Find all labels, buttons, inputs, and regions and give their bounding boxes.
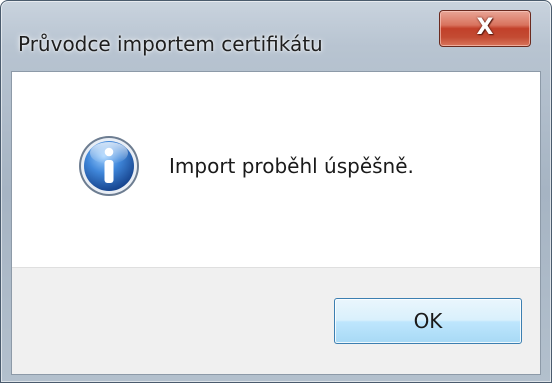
info-icon xyxy=(79,136,139,196)
dialog-client-area: Import proběhl úspěšně. OK xyxy=(11,71,541,375)
dialog-window: Průvodce importem certifikátu X Import p… xyxy=(0,0,552,383)
window-title: Průvodce importem certifikátu xyxy=(18,32,323,56)
ok-button[interactable]: OK xyxy=(334,298,522,344)
title-bar[interactable]: Průvodce importem certifikátu X xyxy=(1,1,551,71)
message-area: Import proběhl úspěšně. xyxy=(12,72,540,267)
button-bar: OK xyxy=(12,267,540,374)
message-text: Import proběhl úspěšně. xyxy=(169,154,414,178)
close-icon: X xyxy=(476,14,494,40)
close-button[interactable]: X xyxy=(439,10,531,47)
